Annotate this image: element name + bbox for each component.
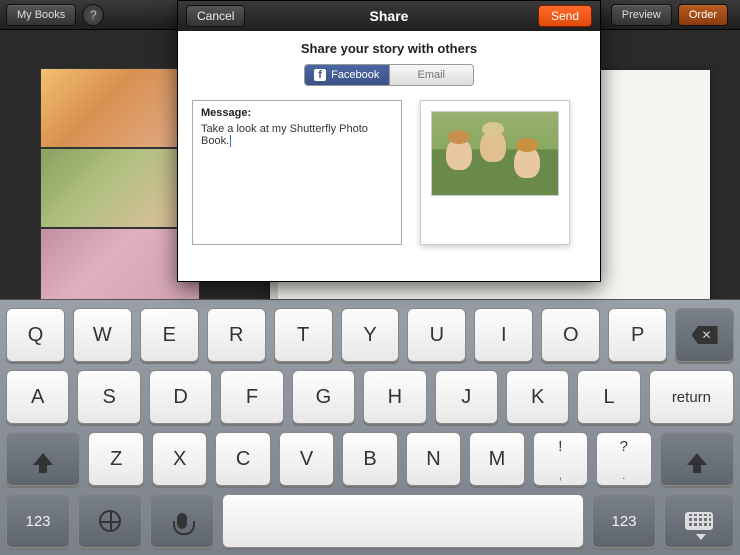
tab-email[interactable]: Email bbox=[389, 65, 474, 85]
backspace-icon: ✕ bbox=[692, 326, 718, 344]
photo-thumbnail[interactable] bbox=[40, 228, 200, 308]
text-cursor bbox=[230, 135, 231, 147]
key-e[interactable]: E bbox=[140, 308, 199, 362]
facebook-icon: f bbox=[314, 69, 326, 81]
modal-subtitle: Share your story with others bbox=[192, 41, 586, 56]
shift-icon bbox=[687, 453, 707, 465]
send-button[interactable]: Send bbox=[538, 5, 592, 27]
key-t[interactable]: T bbox=[274, 308, 333, 362]
shift-key-right[interactable] bbox=[660, 432, 734, 486]
microphone-icon bbox=[177, 513, 187, 529]
key-g[interactable]: G bbox=[292, 370, 355, 424]
share-modal: Cancel Share Send Share your story with … bbox=[177, 0, 601, 282]
key-r[interactable]: R bbox=[207, 308, 266, 362]
key-period[interactable]: ?. bbox=[596, 432, 651, 486]
dictation-key[interactable] bbox=[150, 494, 214, 548]
numeric-key-right[interactable]: 123 bbox=[592, 494, 656, 548]
tab-email-label: Email bbox=[417, 69, 445, 81]
globe-icon bbox=[99, 510, 121, 532]
key-q[interactable]: Q bbox=[6, 308, 65, 362]
my-books-button[interactable]: My Books bbox=[6, 4, 76, 26]
photo-strip bbox=[40, 68, 200, 308]
shift-key-left[interactable] bbox=[6, 432, 80, 486]
hide-keyboard-icon bbox=[685, 512, 713, 530]
numeric-key-left[interactable]: 123 bbox=[6, 494, 70, 548]
key-d[interactable]: D bbox=[149, 370, 212, 424]
key-p[interactable]: P bbox=[608, 308, 667, 362]
key-h[interactable]: H bbox=[363, 370, 426, 424]
key-f[interactable]: F bbox=[220, 370, 283, 424]
backspace-key[interactable]: ✕ bbox=[675, 308, 734, 362]
message-textarea[interactable]: Message: Take a look at my Shutterfly Ph… bbox=[192, 100, 402, 245]
key-a[interactable]: A bbox=[6, 370, 69, 424]
photo-thumbnail[interactable] bbox=[40, 148, 200, 228]
photo-thumbnail[interactable] bbox=[40, 68, 200, 148]
order-button[interactable]: Order bbox=[678, 4, 728, 26]
key-z[interactable]: Z bbox=[88, 432, 143, 486]
tab-facebook[interactable]: f Facebook bbox=[305, 65, 389, 85]
key-m[interactable]: M bbox=[469, 432, 524, 486]
preview-button[interactable]: Preview bbox=[611, 4, 672, 26]
key-y[interactable]: Y bbox=[341, 308, 400, 362]
key-l[interactable]: L bbox=[577, 370, 640, 424]
globe-key[interactable] bbox=[78, 494, 142, 548]
key-u[interactable]: U bbox=[407, 308, 466, 362]
key-c[interactable]: C bbox=[215, 432, 270, 486]
key-w[interactable]: W bbox=[73, 308, 132, 362]
key-j[interactable]: J bbox=[435, 370, 498, 424]
shift-icon bbox=[33, 453, 53, 465]
key-comma[interactable]: !, bbox=[533, 432, 588, 486]
share-preview-photo bbox=[431, 111, 559, 196]
key-k[interactable]: K bbox=[506, 370, 569, 424]
key-b[interactable]: B bbox=[342, 432, 397, 486]
key-x[interactable]: X bbox=[152, 432, 207, 486]
message-label: Message: bbox=[201, 107, 393, 119]
key-n[interactable]: N bbox=[406, 432, 461, 486]
message-text: Take a look at my Shutterfly Photo Book. bbox=[201, 123, 368, 147]
key-o[interactable]: O bbox=[541, 308, 600, 362]
onscreen-keyboard: QWERTYUIOP✕ ASDFGHJKLreturn ZXCVBNM!,?. … bbox=[0, 299, 740, 555]
hide-keyboard-key[interactable] bbox=[664, 494, 734, 548]
modal-header: Cancel Share Send bbox=[178, 1, 600, 31]
return-key[interactable]: return bbox=[649, 370, 734, 424]
help-button[interactable]: ? bbox=[82, 4, 104, 26]
key-i[interactable]: I bbox=[474, 308, 533, 362]
share-destination-tabs: f Facebook Email bbox=[304, 64, 474, 86]
tab-facebook-label: Facebook bbox=[331, 69, 379, 81]
key-v[interactable]: V bbox=[279, 432, 334, 486]
key-s[interactable]: S bbox=[77, 370, 140, 424]
share-preview-card bbox=[420, 100, 570, 245]
cancel-button[interactable]: Cancel bbox=[186, 5, 245, 27]
spacebar-key[interactable] bbox=[222, 494, 584, 548]
